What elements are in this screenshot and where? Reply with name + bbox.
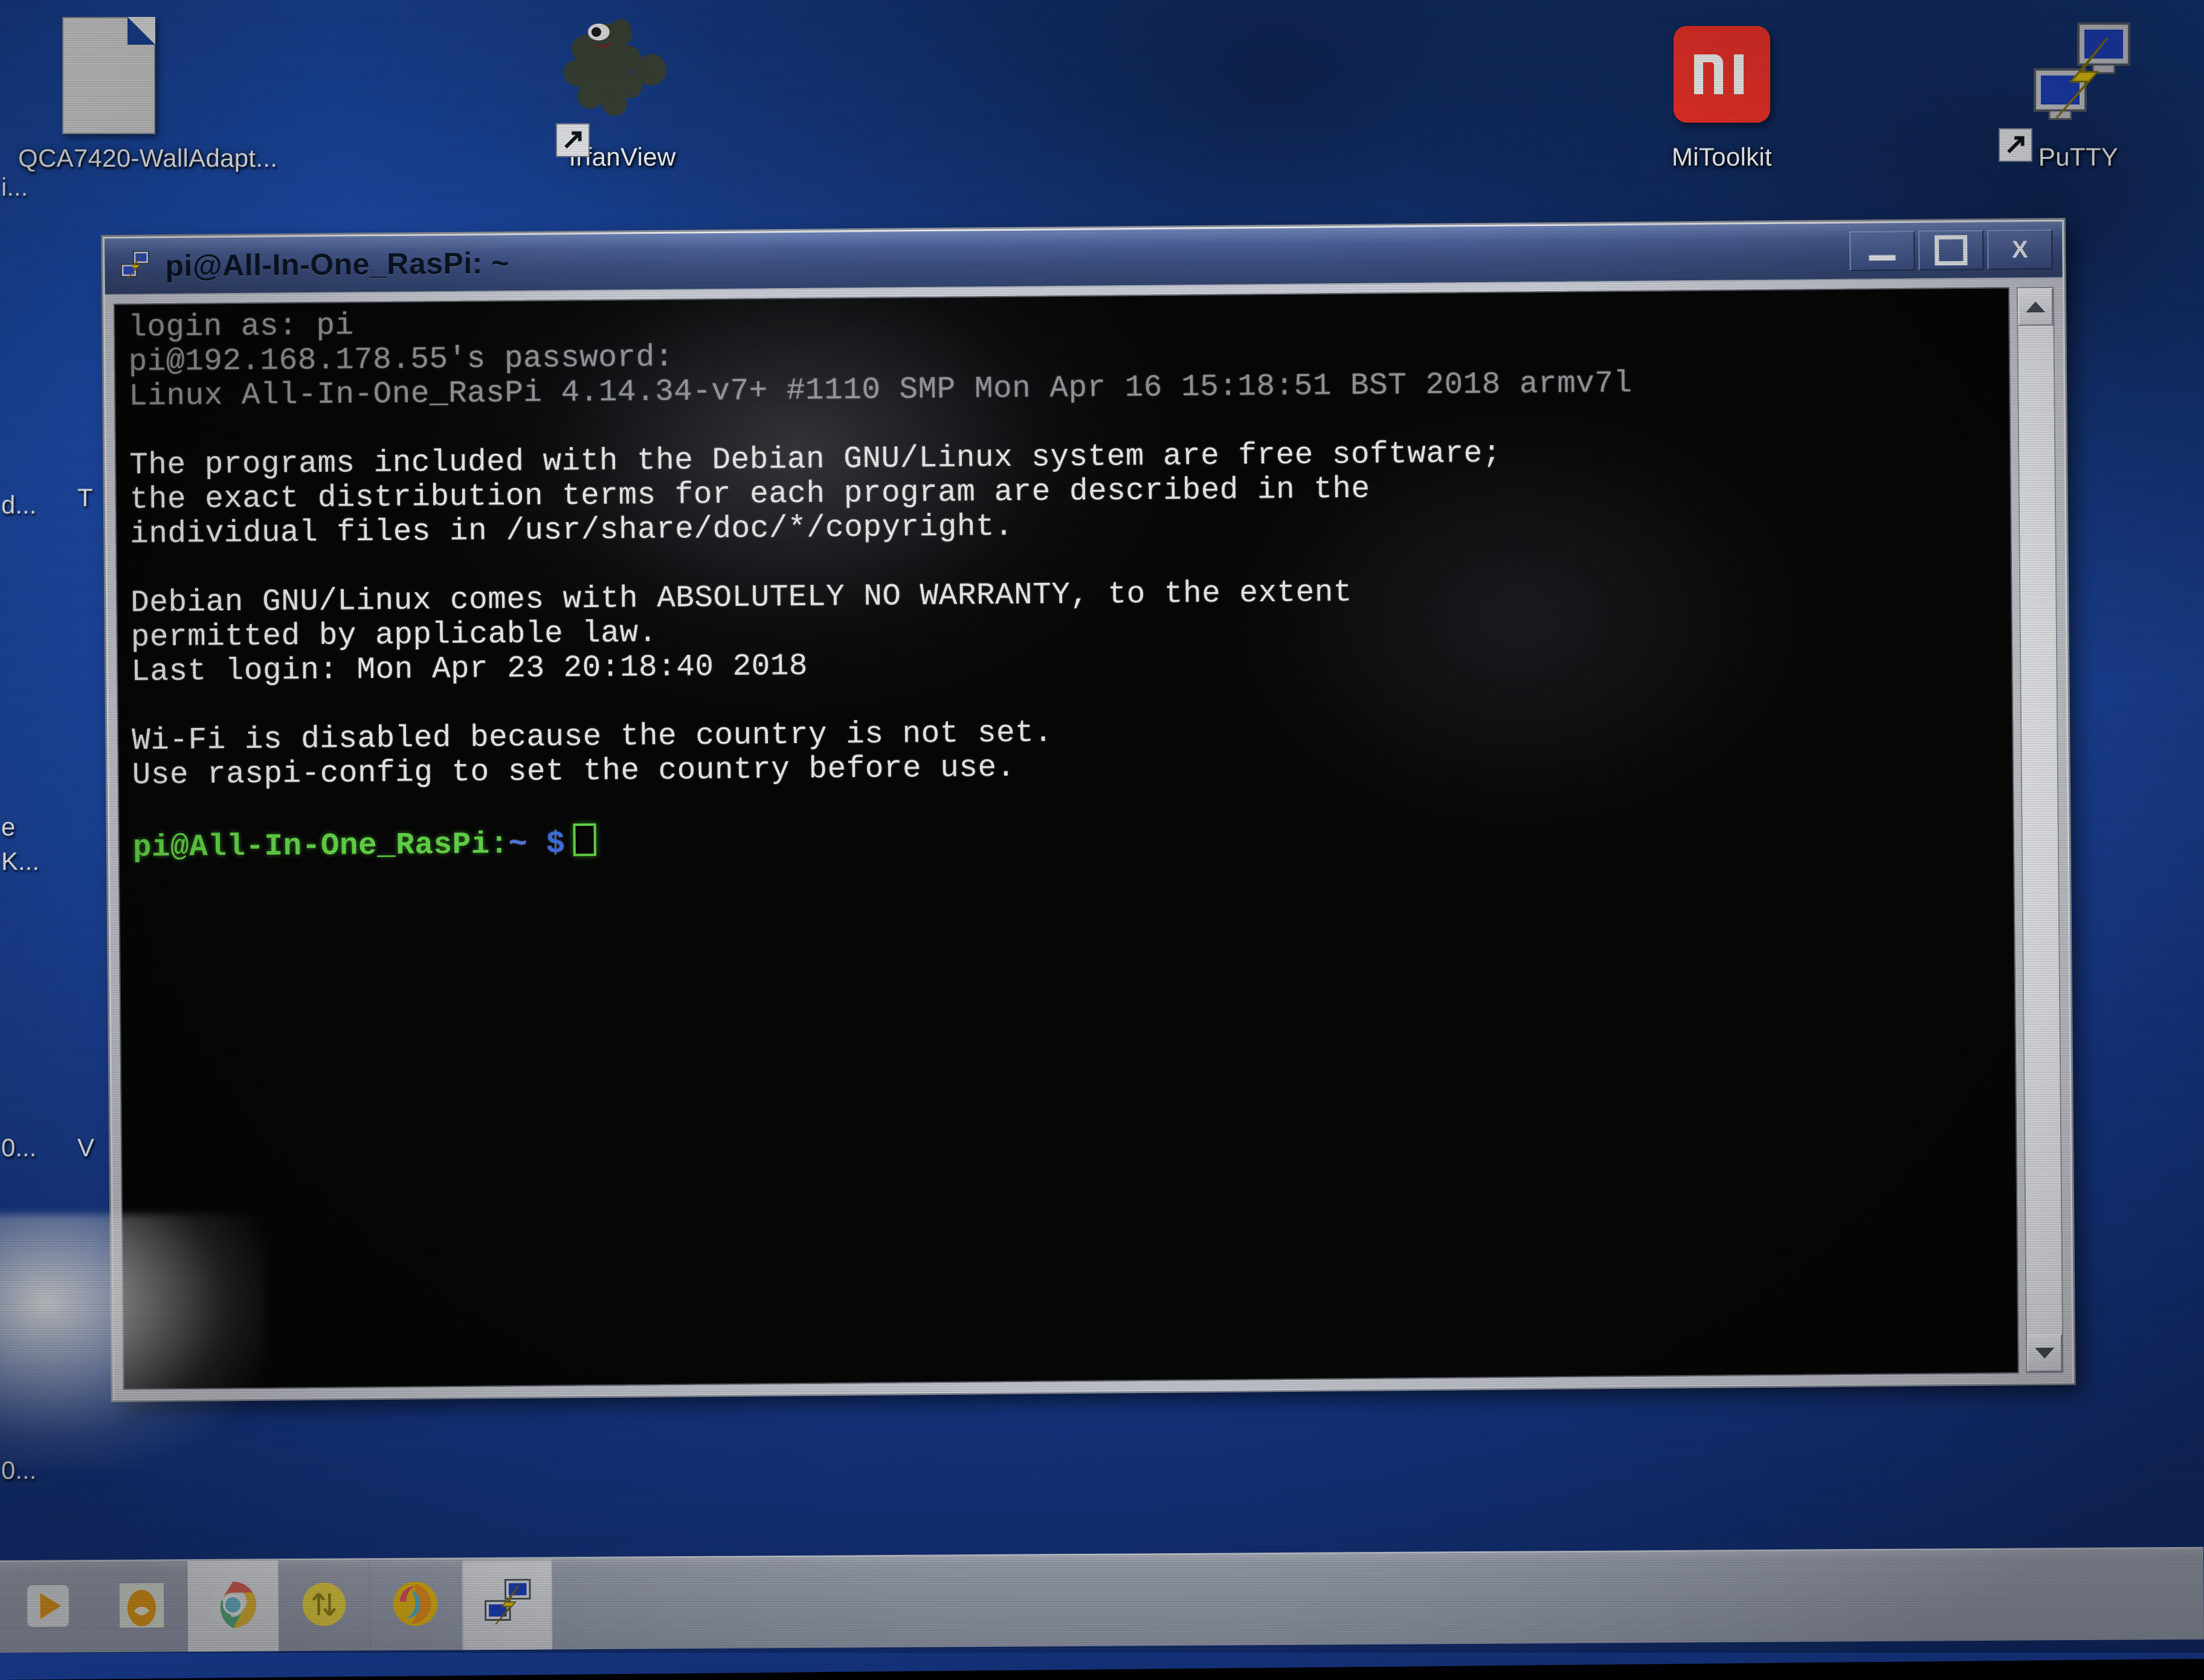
scroll-up-arrow[interactable] — [2017, 288, 2054, 326]
document-icon — [18, 6, 199, 145]
chrome-icon — [206, 1578, 260, 1635]
mi-logo-icon — [1631, 5, 1812, 144]
taskbar-item-firefox[interactable] — [370, 1559, 462, 1651]
scrollbar-track[interactable] — [2018, 325, 2062, 1335]
irfanview-icon — [532, 5, 713, 158]
window-title: pi@All-In-One_RasPi: ~ — [165, 246, 510, 283]
putty-window[interactable]: pi@All-In-One_RasPi: ~ X login as: pi pi… — [103, 219, 2074, 1400]
taskbar-item-filezilla[interactable] — [279, 1560, 370, 1652]
maximize-button[interactable] — [1918, 230, 1984, 271]
desktop-icon-irfanview[interactable]: IrfanView — [532, 5, 713, 170]
taskbar-item-chrome[interactable] — [187, 1560, 279, 1652]
taskbar[interactable] — [0, 1546, 2204, 1653]
desktop-icon-label-clipped: V — [77, 1133, 95, 1162]
window-client-area: login as: pi pi@192.168.178.55's passwor… — [105, 278, 2072, 1400]
desktop-icon-label-clipped: 0... — [1, 1456, 37, 1484]
terminal-output: login as: pi pi@192.168.178.55's passwor… — [128, 309, 1632, 866]
desktop-icon-label-clipped: i... — [1, 173, 28, 201]
desktop-icon-label-clipped: 0... — [1, 1133, 37, 1162]
putty-icon — [1988, 5, 2169, 163]
desktop-icon-label-clipped: e — [1, 813, 16, 841]
shortcut-arrow-badge — [556, 123, 590, 158]
close-button[interactable]: X — [1987, 229, 2053, 270]
putty-window-icon — [118, 248, 152, 285]
minimize-button[interactable] — [1849, 230, 1915, 271]
desktop-icon-qca7420[interactable]: QCA7420-WallAdapt... — [18, 6, 278, 172]
desktop-icon-label-clipped: T — [77, 483, 93, 512]
desktop-icon-mitoolkit[interactable]: MiToolkit — [1631, 5, 1812, 170]
filezilla-icon — [298, 1578, 350, 1633]
shortcut-arrow-badge — [1999, 128, 2032, 163]
taskbar-start-button[interactable] — [0, 1562, 97, 1653]
desktop-icon-label: QCA7420-WallAdapt... — [18, 144, 278, 172]
desktop-icon-label-clipped: d... — [1, 491, 37, 519]
desktop-icon-putty[interactable]: PuTTY — [1988, 5, 2169, 170]
putty-icon — [478, 1575, 535, 1634]
terminal-screen[interactable]: login as: pi pi@192.168.178.55's passwor… — [113, 287, 2019, 1390]
start-orb-icon — [22, 1580, 74, 1635]
desktop-icon-label-clipped: K... — [1, 847, 40, 875]
window-controls: X — [1849, 229, 2059, 271]
firefox-icon — [388, 1577, 442, 1633]
scroll-down-arrow[interactable] — [2026, 1334, 2063, 1373]
taskbar-item-app1[interactable] — [96, 1561, 188, 1653]
taskbar-item-putty[interactable] — [461, 1559, 553, 1650]
orange-app-icon — [115, 1579, 168, 1635]
terminal-scrollbar[interactable] — [2016, 286, 2064, 1374]
desktop-icon-label: MiToolkit — [1671, 143, 1773, 171]
